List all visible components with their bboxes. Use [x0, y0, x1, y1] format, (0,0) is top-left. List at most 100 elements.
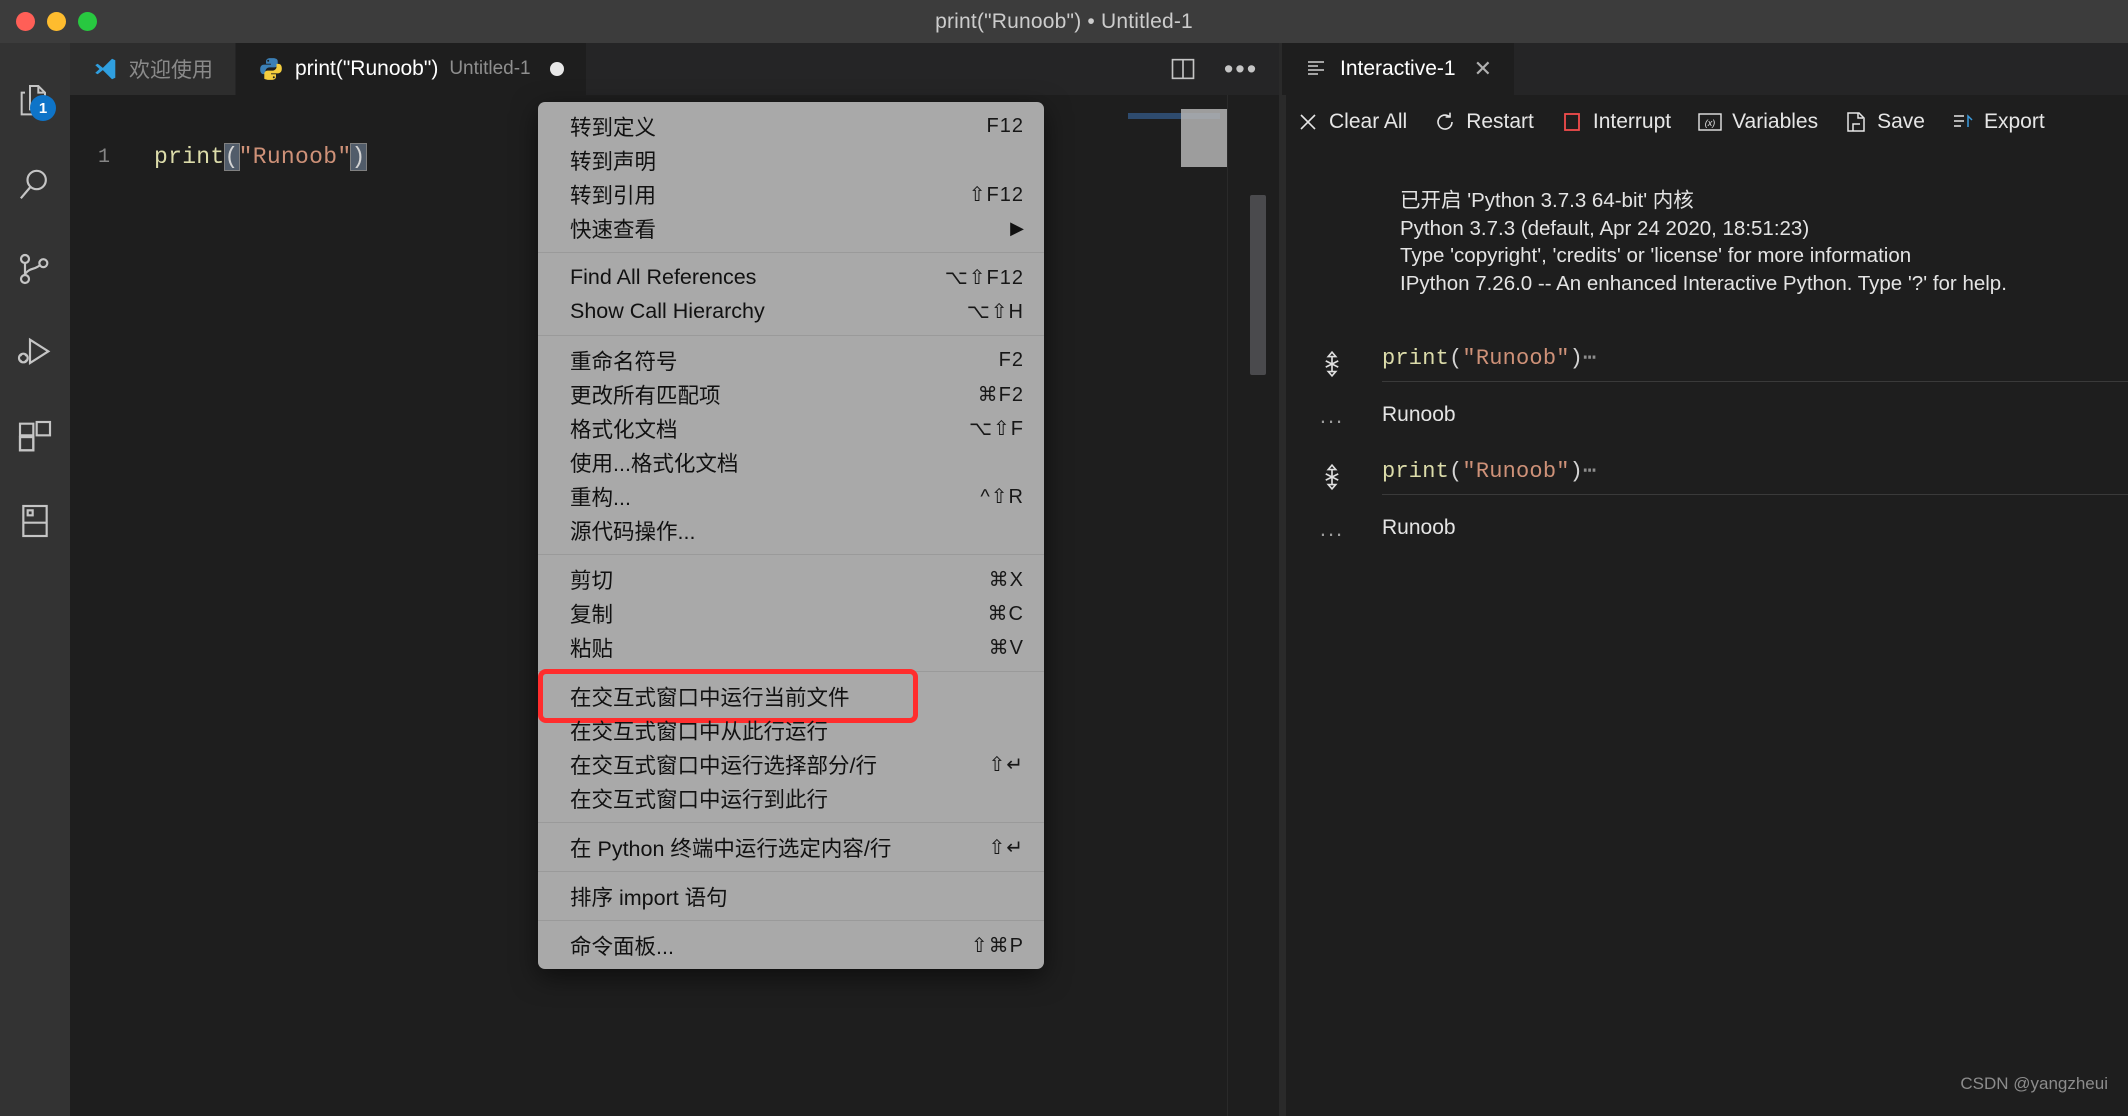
title-bar: print("Runoob") • Untitled-1 [0, 0, 2128, 43]
cell-code-function: print [1382, 346, 1449, 371]
cell-code-string: "Runoob" [1462, 346, 1569, 371]
menu-item-shortcut: F2 [999, 349, 1024, 372]
export-label: Export [1984, 110, 2045, 134]
collapse-cell-button[interactable] [1282, 345, 1382, 379]
cell-code-open-paren: ( [1449, 459, 1462, 484]
sidebar-item-search[interactable] [0, 143, 70, 227]
interrupt-button[interactable]: Interrupt [1560, 110, 1671, 134]
menu-item[interactable]: 转到定义F12 [538, 109, 1044, 143]
menu-item-shortcut: ⇧⌘P [971, 933, 1024, 958]
sidebar-item-source-control[interactable] [0, 227, 70, 311]
menu-item[interactable]: 源代码操作... [538, 513, 1044, 547]
interactive-tab[interactable]: Interactive-1 ✕ [1282, 43, 1514, 95]
menu-item[interactable]: 重命名符号F2 [538, 343, 1044, 377]
interactive-body: 已开启 'Python 3.7.3 64-bit' 内核 Python 3.7.… [1282, 149, 2128, 1116]
menu-item[interactable]: 格式化文档⌥⇧F [538, 411, 1044, 445]
restart-label: Restart [1466, 110, 1534, 134]
export-icon [1951, 110, 1975, 134]
editor-tab-untitled1-label: print("Runoob") [295, 57, 438, 81]
menu-item-label: 更改所有匹配项 [570, 379, 958, 410]
maximize-window-button[interactable] [78, 12, 97, 31]
menu-item-label: 在交互式窗口中运行到此行 [570, 783, 1024, 814]
menu-item[interactable]: 排序 import 语句 [538, 879, 1044, 913]
editor-vertical-scrollbar[interactable] [1250, 195, 1266, 375]
split-editor-button[interactable] [1166, 52, 1200, 86]
cell-input[interactable]: print("Runoob")⋯ [1282, 345, 2128, 379]
save-button[interactable]: Save [1844, 110, 1925, 134]
variables-button[interactable]: (x) Variables [1697, 110, 1818, 134]
menu-item[interactable]: 命令面板...⇧⌘P [538, 928, 1044, 962]
code-content: print("Runoob") [122, 144, 366, 170]
menu-separator [538, 335, 1044, 336]
collapse-cell-button[interactable] [1282, 458, 1382, 492]
menu-item[interactable]: 粘贴⌘V [538, 630, 1044, 664]
clear-all-icon [1296, 110, 1320, 134]
cell-code-close-paren: ) [1570, 346, 1583, 371]
clear-all-button[interactable]: Clear All [1296, 110, 1407, 134]
extensions-icon [15, 417, 55, 457]
close-icon[interactable]: ✕ [1474, 56, 1492, 82]
cell-output-prompt: ... [1282, 403, 1382, 429]
editor-tab-welcome[interactable]: 欢迎使用 [70, 43, 236, 95]
window-title: print("Runoob") • Untitled-1 [935, 10, 1193, 34]
menu-item[interactable]: Show Call Hierarchy⌥⇧H [538, 294, 1044, 328]
menu-item[interactable]: 重构...^⇧R [538, 479, 1044, 513]
minimap[interactable] [1122, 95, 1228, 1116]
sidebar-item-run-and-debug[interactable] [0, 311, 70, 395]
menu-item-label: 在交互式窗口中运行选择部分/行 [570, 749, 968, 780]
menu-item[interactable]: 剪切⌘X [538, 562, 1044, 596]
code-line-1: 1 print("Runoob") [70, 141, 366, 173]
search-icon [15, 165, 55, 205]
menu-item-label: 复制 [570, 598, 968, 629]
menu-separator [538, 554, 1044, 555]
cell-code-ellipsis: ⋯ [1583, 459, 1597, 484]
menu-item-label: Find All References [570, 265, 925, 290]
editor-more-actions-button[interactable]: ••• [1224, 52, 1258, 86]
collapse-cell-icon [1317, 349, 1347, 379]
window-traffic-lights[interactable] [16, 12, 97, 31]
cell-output-text: Runoob [1382, 403, 1456, 427]
menu-item[interactable]: 在交互式窗口中从此行运行 [538, 713, 1044, 747]
menu-item[interactable]: 转到引用⇧F12 [538, 177, 1044, 211]
sidebar-item-explorer[interactable]: 1 [0, 59, 70, 143]
menu-item-label: 快速查看 [570, 213, 1010, 244]
cell-code: print("Runoob")⋯ [1382, 458, 1597, 484]
editor-tab-untitled1[interactable]: print("Runoob") Untitled-1 [236, 43, 587, 95]
menu-item[interactable]: 在 Python 终端中运行选定内容/行⇧↵ [538, 830, 1044, 864]
variables-label: Variables [1732, 110, 1818, 134]
restart-button[interactable]: Restart [1433, 110, 1534, 134]
menu-item-label: 重构... [570, 481, 960, 512]
menu-item[interactable]: 在交互式窗口中运行到此行 [538, 781, 1044, 815]
sidebar-item-remote-explorer[interactable] [0, 479, 70, 563]
minimize-window-button[interactable] [47, 12, 66, 31]
editor-context-menu[interactable]: 转到定义F12转到声明转到引用⇧F12快速查看▶ Find All Referen… [538, 102, 1044, 969]
minimap-slider[interactable] [1181, 109, 1227, 167]
editor-tab-dirty-indicator[interactable] [550, 62, 564, 76]
svg-text:(x): (x) [1705, 118, 1716, 128]
menu-item[interactable]: 快速查看▶ [538, 211, 1044, 245]
menu-item-shortcut: ⇧↵ [988, 752, 1024, 777]
menu-separator [538, 671, 1044, 672]
menu-item-shortcut: ⌘V [989, 635, 1024, 660]
save-icon [1844, 110, 1868, 134]
editor-tab-untitled1-description: Untitled-1 [449, 58, 530, 80]
cell-code-function: print [1382, 459, 1449, 484]
menu-item[interactable]: 复制⌘C [538, 596, 1044, 630]
menu-item[interactable]: Find All References ⌥⇧F12 [538, 260, 1044, 294]
menu-item[interactable]: 转到声明 [538, 143, 1044, 177]
export-button[interactable]: Export [1951, 110, 2045, 134]
menu-item[interactable]: 在交互式窗口中运行选择部分/行 ⇧↵ [538, 747, 1044, 781]
cell-divider [1382, 494, 2128, 495]
sidebar-item-extensions[interactable] [0, 395, 70, 479]
cell-output-text: Runoob [1382, 516, 1456, 540]
menu-item[interactable]: 在交互式窗口中运行当前文件 [538, 679, 1044, 713]
menu-item-shortcut: ⌥⇧F12 [945, 265, 1024, 290]
interactive-window-icon [1304, 57, 1328, 81]
cell-code-open-paren: ( [1449, 346, 1462, 371]
restart-icon [1433, 110, 1457, 134]
menu-item[interactable]: 使用...格式化文档 [538, 445, 1044, 479]
close-window-button[interactable] [16, 12, 35, 31]
menu-item[interactable]: 更改所有匹配项⌘F2 [538, 377, 1044, 411]
vscode-logo-icon [92, 56, 118, 82]
cell-input[interactable]: print("Runoob")⋯ [1282, 458, 2128, 492]
